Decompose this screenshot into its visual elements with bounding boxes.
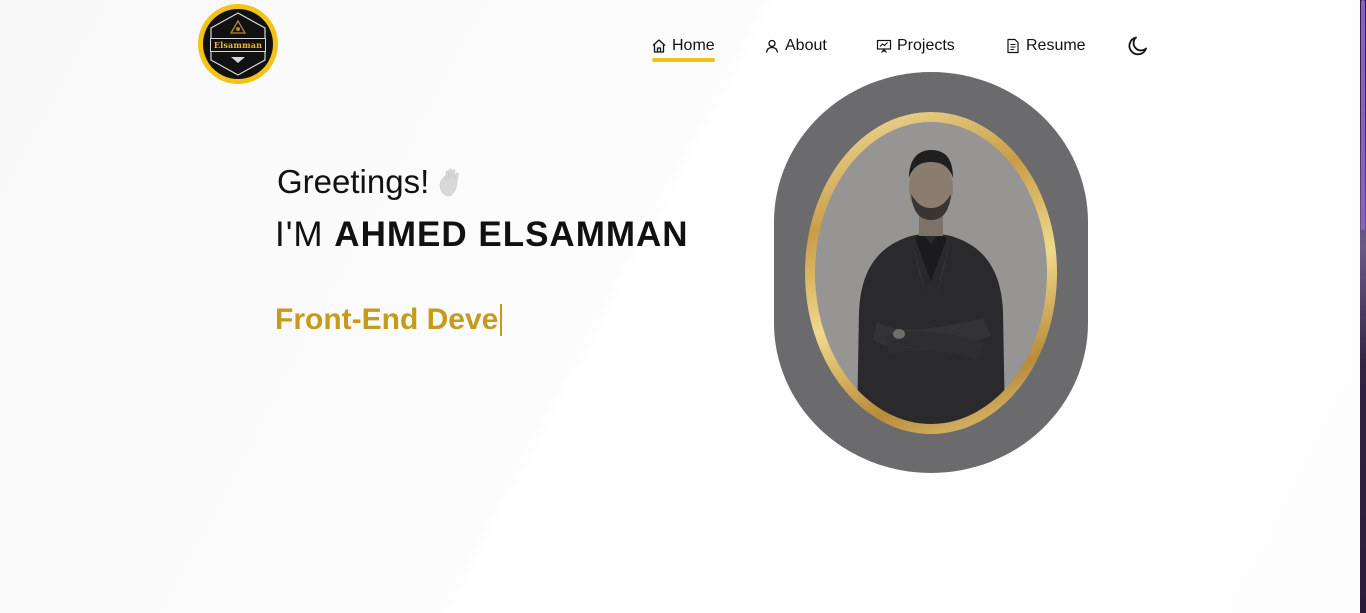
nav-resume[interactable]: Resume <box>1005 32 1086 60</box>
portrait-frame <box>805 112 1057 434</box>
nav-home[interactable]: Home <box>651 32 715 62</box>
profile-photo <box>815 122 1047 424</box>
nav-about[interactable]: About <box>764 32 827 60</box>
hero-name-line: I'M AHMED ELSAMMAN <box>275 215 689 255</box>
waving-hand-icon <box>437 167 465 197</box>
typing-role: Front-End Deve <box>275 303 503 337</box>
nav-projects-label: Projects <box>897 37 955 54</box>
typing-text: Front-End Deve <box>275 303 499 336</box>
page-scrollbar[interactable] <box>1360 0 1366 613</box>
nav-projects[interactable]: Projects <box>876 32 955 60</box>
moon-icon <box>1128 36 1147 56</box>
typing-cursor <box>500 304 503 336</box>
greeting-text: Greetings! <box>277 163 430 200</box>
nav-about-label: About <box>785 37 827 54</box>
user-icon <box>764 38 780 54</box>
theme-toggle-button[interactable] <box>1126 34 1150 58</box>
nav-home-label: Home <box>672 37 715 54</box>
name-prefix: I'M <box>275 215 324 254</box>
person-silhouette-icon <box>857 150 1005 424</box>
greeting: Greetings! <box>277 163 465 201</box>
logo-text: Elsamman <box>209 38 267 52</box>
logo-badge: Elsamman <box>203 9 273 79</box>
nav-resume-label: Resume <box>1026 37 1086 54</box>
home-icon <box>651 38 667 54</box>
document-icon <box>1005 38 1021 54</box>
scrollbar-thumb[interactable] <box>1361 0 1365 230</box>
site-logo[interactable]: Elsamman <box>198 4 278 84</box>
hero-name: AHMED ELSAMMAN <box>334 215 689 254</box>
presentation-icon <box>876 38 892 54</box>
